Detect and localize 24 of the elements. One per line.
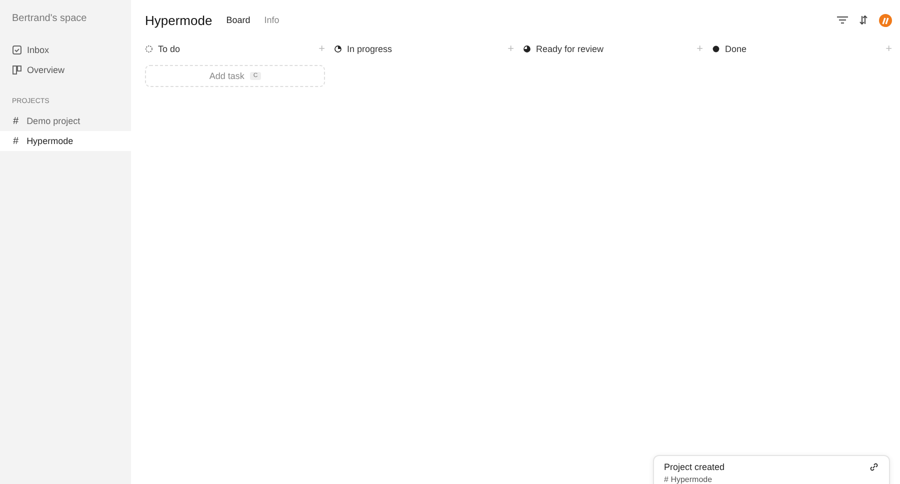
column-title: Ready for review bbox=[536, 44, 604, 54]
progress-circle-icon bbox=[523, 45, 531, 53]
project-item[interactable]: # Demo project bbox=[0, 111, 131, 131]
nav-item[interactable]: Inbox bbox=[0, 40, 131, 60]
sort-icon[interactable] bbox=[859, 15, 868, 25]
column-title: To do bbox=[158, 44, 180, 54]
avatar-icon[interactable] bbox=[879, 14, 892, 26]
column-title: In progress bbox=[347, 44, 392, 54]
filled-circle-icon bbox=[712, 45, 720, 53]
link-icon[interactable] bbox=[869, 462, 879, 472]
tab[interactable]: Board bbox=[226, 15, 250, 25]
toast-title: Project created bbox=[664, 462, 725, 472]
dashed-circle-icon bbox=[145, 45, 153, 53]
toast-project: # Hypermode bbox=[664, 475, 714, 484]
tab[interactable]: Info bbox=[264, 15, 280, 25]
checkbox-icon bbox=[12, 45, 22, 55]
columns-icon bbox=[12, 65, 22, 75]
project-item[interactable]: # Hypermode bbox=[0, 131, 131, 151]
nav-item[interactable]: Overview bbox=[0, 60, 131, 80]
workspace-name[interactable]: Bertrand's space bbox=[0, 13, 131, 24]
progress-circle-icon bbox=[334, 45, 342, 53]
filter-icon[interactable] bbox=[837, 16, 848, 24]
column-title: Done bbox=[725, 44, 747, 54]
page-title: Hypermode bbox=[145, 12, 212, 28]
